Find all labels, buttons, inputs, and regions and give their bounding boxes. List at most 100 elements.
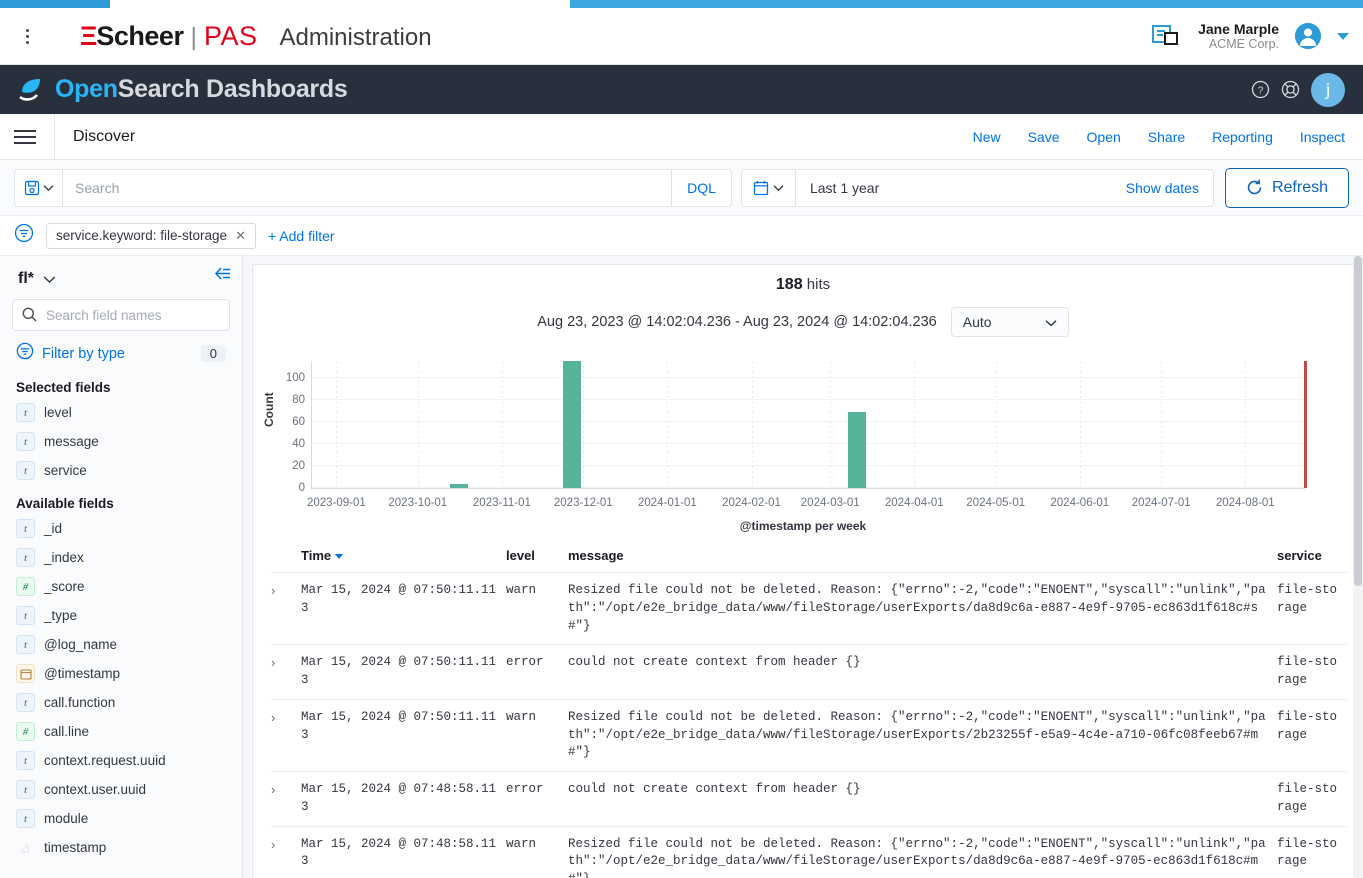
- chart-bar[interactable]: [848, 412, 866, 488]
- add-filter-button[interactable]: + Add filter: [268, 228, 335, 244]
- field-sidebar: fl*: [0, 256, 243, 878]
- field-item-level[interactable]: t level: [12, 398, 230, 427]
- field-item-timestamp[interactable]: △ timestamp: [12, 833, 230, 862]
- opensearch-user-avatar[interactable]: j: [1311, 73, 1345, 107]
- field-item-context-request-uuid[interactable]: t context.request.uuid: [12, 746, 230, 775]
- expand-row-icon[interactable]: ›: [271, 583, 275, 598]
- x-axis-tick: 2023-09-01: [307, 497, 366, 509]
- nav-link-reporting[interactable]: Reporting: [1212, 129, 1273, 145]
- app-menu-icon[interactable]: [14, 29, 40, 44]
- field-item-score[interactable]: # _score: [12, 572, 230, 601]
- field-item-call-line[interactable]: # call.line: [12, 717, 230, 746]
- app-root: Ξ Scheer | PAS Administration Jane Marpl…: [0, 0, 1363, 878]
- string-type-icon: t: [16, 548, 35, 567]
- hits-count: 188: [776, 276, 803, 293]
- user-organization: ACME Corp.: [1198, 37, 1279, 51]
- chart-bar[interactable]: [450, 484, 468, 488]
- query-language-button[interactable]: DQL: [671, 169, 732, 207]
- table-row[interactable]: ›Mar 15, 2024 @ 07:50:11.113errorcould n…: [271, 645, 1347, 700]
- filter-pill-service-keyword[interactable]: service.keyword: file-storage ✕: [46, 223, 256, 249]
- nav-link-new[interactable]: New: [973, 129, 1001, 145]
- expand-row-icon[interactable]: ›: [271, 837, 275, 852]
- column-header-level[interactable]: level: [506, 539, 568, 573]
- chart-vertical-gridline: [667, 361, 668, 488]
- field-name: @log_name: [44, 637, 117, 652]
- unknown-type-icon: △: [16, 838, 35, 857]
- hamburger-menu-icon[interactable]: [14, 130, 36, 144]
- y-axis-tick: 40: [292, 438, 305, 450]
- chart-vertical-gridline: [830, 361, 831, 488]
- index-pattern-selector[interactable]: fl*: [12, 266, 230, 299]
- expand-row-icon[interactable]: ›: [271, 782, 275, 797]
- y-axis-tick: 60: [292, 416, 305, 428]
- field-name: _index: [44, 550, 84, 565]
- field-item-module[interactable]: t module: [12, 804, 230, 833]
- available-fields-title: Available fields: [12, 485, 230, 514]
- table-row[interactable]: ›Mar 15, 2024 @ 07:50:11.113warnResized …: [271, 573, 1347, 645]
- date-range-display[interactable]: Last 1 year: [796, 180, 1126, 196]
- expand-cell[interactable]: ›: [271, 645, 301, 700]
- column-header-message[interactable]: message: [568, 539, 1277, 573]
- nav-link-share[interactable]: Share: [1148, 129, 1185, 145]
- column-header-service[interactable]: service: [1277, 539, 1347, 573]
- field-item-call-function[interactable]: t call.function: [12, 688, 230, 717]
- filter-options-icon[interactable]: [14, 223, 34, 248]
- filter-by-type-row[interactable]: Filter by type 0: [12, 331, 230, 369]
- nav-link-inspect[interactable]: Inspect: [1300, 129, 1345, 145]
- expand-cell[interactable]: ›: [271, 772, 301, 827]
- user-avatar-icon[interactable]: [1295, 23, 1321, 49]
- table-row[interactable]: ›Mar 15, 2024 @ 07:48:58.113errorcould n…: [271, 772, 1347, 827]
- sort-descending-icon[interactable]: [335, 554, 343, 559]
- histogram-chart: Count 0204060801002023-09-012023-10-0120…: [253, 349, 1353, 539]
- date-quick-select-button[interactable]: [742, 170, 796, 206]
- field-name: context.request.uuid: [44, 753, 166, 768]
- expand-row-icon[interactable]: ›: [271, 710, 275, 725]
- column-header-time[interactable]: Time: [301, 539, 506, 573]
- expand-cell[interactable]: ›: [271, 699, 301, 771]
- chart-gridline: [312, 377, 1305, 378]
- field-item-context-user-uuid[interactable]: t context.user.uuid: [12, 775, 230, 804]
- show-dates-button[interactable]: Show dates: [1126, 180, 1213, 196]
- user-menu-chevron-down-icon[interactable]: [1337, 33, 1349, 40]
- string-type-icon: t: [16, 432, 35, 451]
- chevron-down-icon: [773, 184, 784, 192]
- logo-open-text: Open: [55, 75, 118, 103]
- field-item-id[interactable]: t _id: [12, 514, 230, 543]
- chart-bar[interactable]: [563, 361, 581, 488]
- field-item-timestamp-at[interactable]: @timestamp: [12, 659, 230, 688]
- documentation-icon[interactable]: [1152, 24, 1182, 48]
- scroll-thumb[interactable]: [1354, 256, 1362, 586]
- lifebuoy-support-icon[interactable]: [1281, 80, 1300, 99]
- chart-plot-area: 0204060801002023-09-012023-10-012023-11-…: [311, 361, 1305, 489]
- nav-link-open[interactable]: Open: [1087, 129, 1121, 145]
- cell-time: Mar 15, 2024 @ 07:48:58.113: [301, 826, 506, 878]
- saved-query-button[interactable]: [14, 169, 62, 207]
- table-row[interactable]: ›Mar 15, 2024 @ 07:48:58.113warnResized …: [271, 826, 1347, 878]
- field-item-log-name[interactable]: t @log_name: [12, 630, 230, 659]
- scroll-track[interactable]: [1353, 256, 1363, 878]
- field-name: context.user.uuid: [44, 782, 146, 797]
- refresh-button[interactable]: Refresh: [1225, 168, 1349, 208]
- close-icon[interactable]: ✕: [235, 228, 246, 244]
- field-item-index[interactable]: t _index: [12, 543, 230, 572]
- expand-row-icon[interactable]: ›: [271, 655, 275, 670]
- field-item-message[interactable]: t message: [12, 427, 230, 456]
- search-input[interactable]: [62, 169, 671, 207]
- table-row[interactable]: ›Mar 15, 2024 @ 07:50:11.113warnResized …: [271, 699, 1347, 771]
- field-search-input[interactable]: [12, 299, 230, 331]
- chevron-down-icon: [43, 275, 56, 284]
- expand-cell[interactable]: ›: [271, 573, 301, 645]
- cell-service: file-storage: [1277, 645, 1347, 700]
- nav-link-save[interactable]: Save: [1028, 129, 1060, 145]
- interval-select[interactable]: Auto: [951, 307, 1069, 337]
- x-axis-tick: 2024-08-01: [1216, 497, 1275, 509]
- field-item-type[interactable]: t _type: [12, 601, 230, 630]
- field-name: call.line: [44, 724, 89, 739]
- field-item-service[interactable]: t service: [12, 456, 230, 485]
- cell-time: Mar 15, 2024 @ 07:50:11.113: [301, 699, 506, 771]
- help-icon[interactable]: ?: [1251, 80, 1270, 99]
- logo-search-text: Search: [118, 75, 200, 103]
- cell-time: Mar 15, 2024 @ 07:48:58.113: [301, 772, 506, 827]
- collapse-sidebar-icon[interactable]: [213, 266, 232, 286]
- expand-cell[interactable]: ›: [271, 826, 301, 878]
